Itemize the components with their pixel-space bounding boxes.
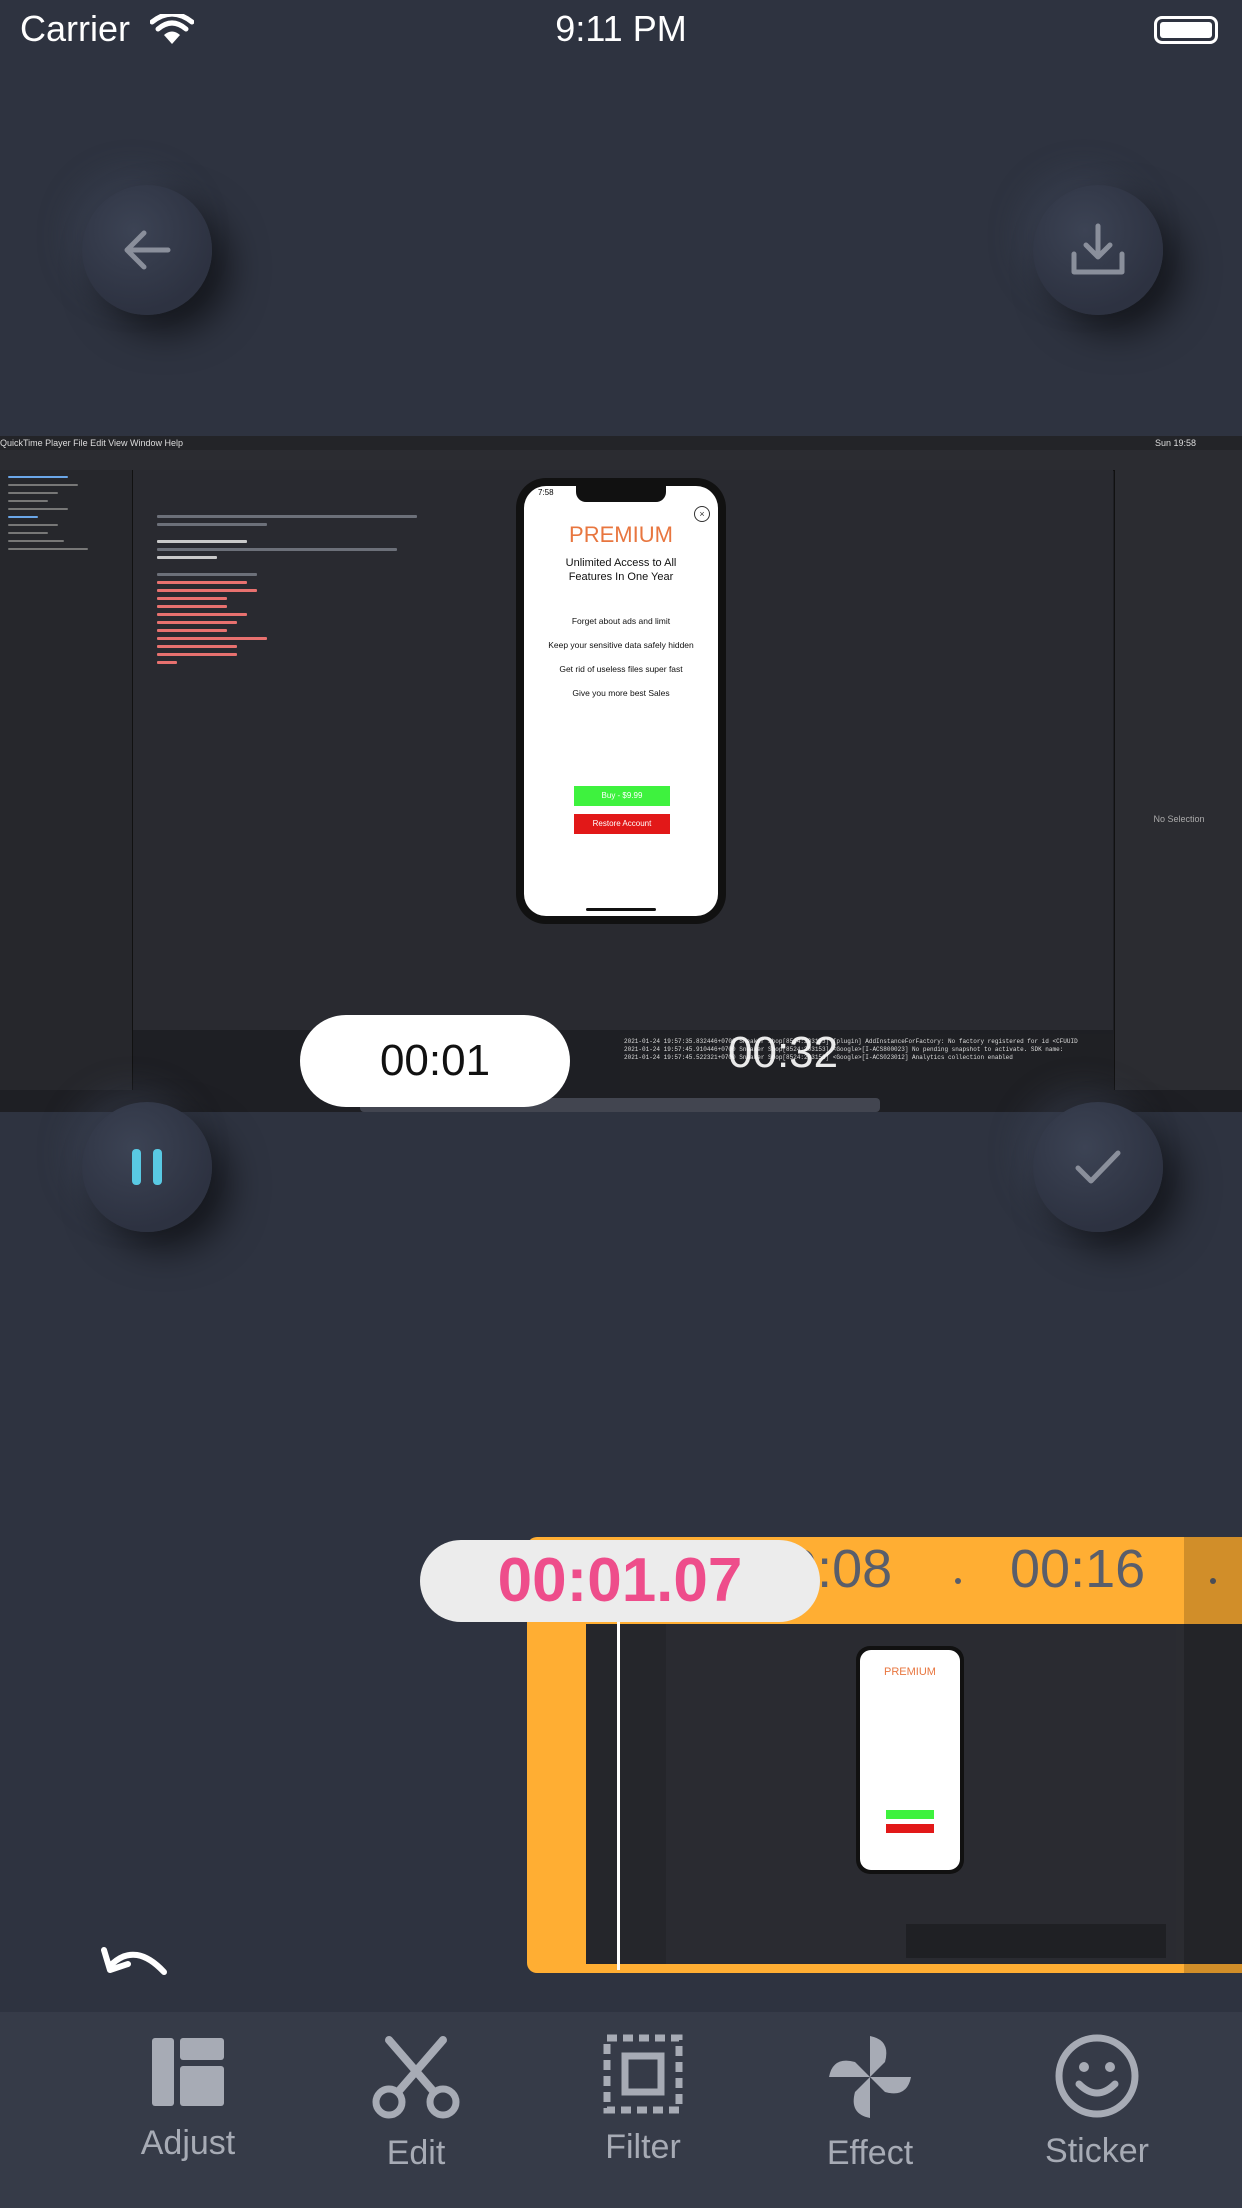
battery-icon	[1154, 16, 1218, 44]
thumb-buy-button	[886, 1810, 934, 1819]
tool-filter[interactable]: Filter	[529, 2032, 757, 2167]
premium-subtitle: Unlimited Access to All Features In One …	[565, 557, 677, 583]
tool-label: Filter	[605, 2128, 681, 2166]
inspector-empty-label: No Selection	[1153, 814, 1205, 824]
mac-menu-items: QuickTime Player File Edit View Window H…	[0, 438, 184, 448]
pause-button[interactable]	[82, 1102, 212, 1232]
timeline-tick-label: 00:16	[1010, 1539, 1146, 1599]
confirm-button[interactable]	[1033, 1102, 1163, 1232]
feature-item: Give you more best Sales	[572, 688, 670, 698]
tool-sticker[interactable]: Sticker	[983, 2032, 1211, 2171]
undo-button[interactable]	[100, 1940, 172, 1985]
feature-item: Get rid of useless files super fast	[559, 664, 683, 674]
undo-icon	[101, 1947, 167, 1975]
buy-button: Buy - $9.99	[574, 786, 670, 806]
feature-item: Forget about ads and limit	[571, 616, 671, 626]
console-line: 2021-01-24 19:57:45.522321+0700 Sneaker …	[624, 1054, 1013, 1061]
mac-clock: Sun 19:58	[1154, 438, 1196, 448]
console-output: 2021-01-24 19:57:35.832446+0700 Sneaker …	[620, 1034, 1114, 1090]
tool-label: Edit	[386, 2134, 446, 2172]
tool-effect[interactable]: Effect	[756, 2032, 984, 2173]
xcode-toolbar	[0, 450, 1242, 471]
home-indicator	[586, 908, 656, 911]
tool-label: Effect	[826, 2134, 914, 2172]
timeline-end-shade	[1184, 1537, 1242, 1973]
restore-account-button: Restore Account	[574, 814, 670, 834]
thumb-premium-title: PREMIUM	[884, 1666, 936, 1678]
tool-label: Sticker	[1045, 2132, 1149, 2170]
arrow-left-icon	[124, 230, 171, 270]
tool-adjust[interactable]: Adjust	[74, 2032, 302, 2163]
phone-notch	[576, 486, 666, 502]
current-time: 00:01.07	[420, 1540, 820, 1622]
thumb-phone-screen: PREMIUM	[860, 1650, 960, 1870]
scissors-icon	[372, 2036, 460, 2119]
filter-icon	[603, 2034, 683, 2114]
console-line: 2021-01-24 19:57:35.832446+0700 Sneaker …	[624, 1038, 1078, 1045]
thumb-navigator	[586, 1624, 666, 1964]
premium-title: PREMIUM	[569, 522, 673, 547]
phone-time: 7:58	[538, 488, 554, 497]
adjust-icon	[152, 2038, 224, 2106]
recording-timer: 00:01	[300, 1015, 570, 1107]
phone-mockup: 7:58 × PREMIUM Unlimited Access to All F…	[516, 478, 726, 924]
inspector-pane: No Selection	[1114, 470, 1242, 1090]
status-time: 9:11 PM	[555, 8, 687, 49]
tool-edit[interactable]: Edit	[302, 2032, 530, 2173]
mac-menubar: QuickTime Player File Edit View Window H…	[0, 436, 1242, 450]
download-button[interactable]	[1033, 185, 1163, 315]
console-line: 2021-01-24 19:57:45.910446+0700 Sneaker …	[624, 1046, 1064, 1053]
project-navigator	[0, 470, 133, 1090]
thumb-phone: PREMIUM	[856, 1646, 964, 1874]
pinwheel-icon	[829, 2036, 911, 2118]
thumb-console	[906, 1924, 1166, 1958]
back-button[interactable]	[82, 185, 212, 315]
pause-icon	[132, 1149, 162, 1185]
overlay-timer: 00:32	[728, 1028, 839, 1077]
feature-item: Keep your sensitive data safely hidden	[548, 640, 694, 650]
timeline-tick-dot	[955, 1578, 961, 1584]
tool-label: Adjust	[140, 2124, 236, 2162]
checkmark-icon	[1075, 1150, 1121, 1184]
bottom-toolbar: Adjust Edit Filter Effect Sticker	[0, 2012, 1242, 2208]
timeline-thumbnail: PREMIUM	[586, 1624, 1242, 1964]
close-icon: ×	[694, 506, 710, 522]
smiley-icon	[1055, 2034, 1139, 2118]
phone-screen: 7:58 × PREMIUM Unlimited Access to All F…	[524, 486, 718, 916]
thumb-restore-button	[886, 1824, 934, 1833]
download-icon	[1071, 223, 1125, 275]
video-preview[interactable]: QuickTime Player File Edit View Window H…	[0, 436, 1242, 1112]
